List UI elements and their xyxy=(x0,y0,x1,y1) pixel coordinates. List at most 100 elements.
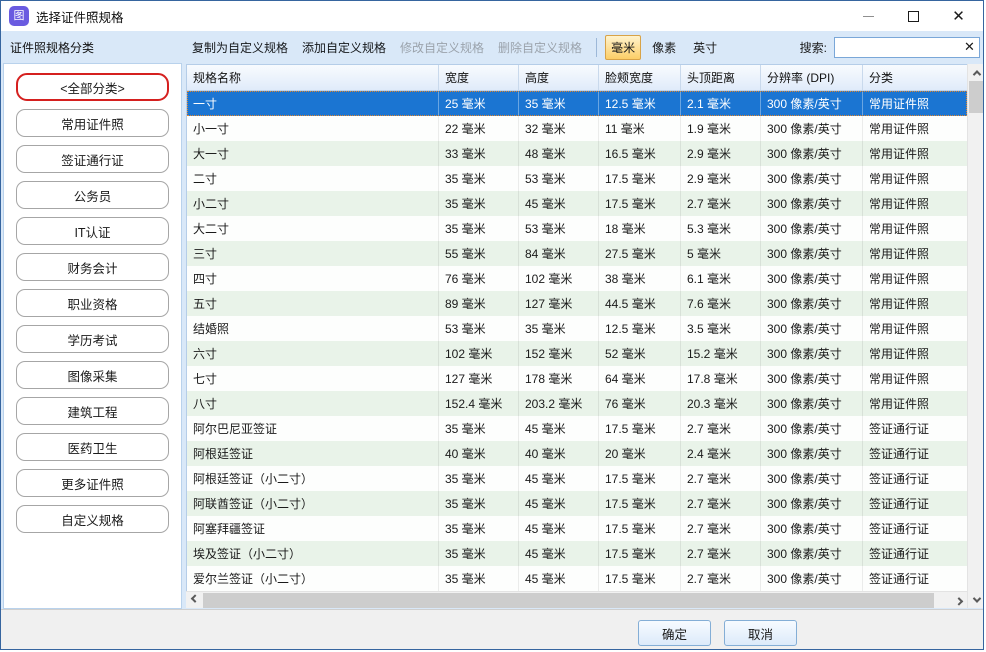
table-cell: 178 毫米 xyxy=(519,366,599,391)
cancel-button[interactable]: 取消 xyxy=(724,620,797,646)
close-button[interactable]: ✕ xyxy=(936,1,981,31)
table-body: 一寸25 毫米35 毫米12.5 毫米2.1 毫米300 像素/英寸常用证件照小… xyxy=(187,91,967,591)
table-cell: 17.5 毫米 xyxy=(599,566,681,591)
table-cell: 53 毫米 xyxy=(519,166,599,191)
table-cell: 6.1 毫米 xyxy=(681,266,761,291)
table-row[interactable]: 一寸25 毫米35 毫米12.5 毫米2.1 毫米300 像素/英寸常用证件照 xyxy=(187,91,967,116)
column-header-1[interactable]: 宽度 xyxy=(439,65,519,90)
table-row[interactable]: 四寸76 毫米102 毫米38 毫米6.1 毫米300 像素/英寸常用证件照 xyxy=(187,266,967,291)
table-cell: 35 毫米 xyxy=(439,216,519,241)
table-row[interactable]: 阿根廷签证（小二寸）35 毫米45 毫米17.5 毫米2.7 毫米300 像素/… xyxy=(187,466,967,491)
table-row[interactable]: 七寸127 毫米178 毫米64 毫米17.8 毫米300 像素/英寸常用证件照 xyxy=(187,366,967,391)
ok-button[interactable]: 确定 xyxy=(638,620,711,646)
toolbar-action-3: 删除自定义规格 xyxy=(498,39,582,56)
table-row[interactable]: 阿塞拜疆签证35 毫米45 毫米17.5 毫米2.7 毫米300 像素/英寸签证… xyxy=(187,516,967,541)
chevron-left-icon xyxy=(190,594,198,602)
table-cell: 2.7 毫米 xyxy=(681,416,761,441)
sidebar-item-1[interactable]: 常用证件照 xyxy=(16,109,169,137)
table-row[interactable]: 二寸35 毫米53 毫米17.5 毫米2.9 毫米300 像素/英寸常用证件照 xyxy=(187,166,967,191)
sidebar-item-7[interactable]: 学历考试 xyxy=(16,325,169,353)
table-cell: 35 毫米 xyxy=(439,166,519,191)
table-cell: 300 像素/英寸 xyxy=(761,491,863,516)
search-clear-icon[interactable]: ✕ xyxy=(962,39,977,54)
table-cell: 55 毫米 xyxy=(439,241,519,266)
table-cell: 11 毫米 xyxy=(599,116,681,141)
table-cell: 常用证件照 xyxy=(863,391,968,416)
table-cell: 常用证件照 xyxy=(863,166,968,191)
table-row[interactable]: 大二寸35 毫米53 毫米18 毫米5.3 毫米300 像素/英寸常用证件照 xyxy=(187,216,967,241)
table-row[interactable]: 大一寸33 毫米48 毫米16.5 毫米2.9 毫米300 像素/英寸常用证件照 xyxy=(187,141,967,166)
toolbar-action-2: 修改自定义规格 xyxy=(400,39,484,56)
sidebar-item-6[interactable]: 职业资格 xyxy=(16,289,169,317)
toolbar-action-0[interactable]: 复制为自定义规格 xyxy=(192,39,288,56)
horizontal-scrollbar-thumb[interactable] xyxy=(203,593,934,608)
table-cell: 53 毫米 xyxy=(519,216,599,241)
table-row[interactable]: 埃及签证（小二寸）35 毫米45 毫米17.5 毫米2.7 毫米300 像素/英… xyxy=(187,541,967,566)
table-cell: 32 毫米 xyxy=(519,116,599,141)
toolbar-action-1[interactable]: 添加自定义规格 xyxy=(302,39,386,56)
table-cell: 300 像素/英寸 xyxy=(761,141,863,166)
column-header-0[interactable]: 规格名称 xyxy=(187,65,439,90)
column-header-6[interactable]: 分类 xyxy=(863,65,968,90)
table-row[interactable]: 爱尔兰签证（小二寸）35 毫米45 毫米17.5 毫米2.7 毫米300 像素/… xyxy=(187,566,967,591)
column-header-3[interactable]: 脸颊宽度 xyxy=(599,65,681,90)
table-cell: 300 像素/英寸 xyxy=(761,216,863,241)
table-cell: 127 毫米 xyxy=(439,366,519,391)
footer-bar: 确定 取消 xyxy=(1,609,984,650)
maximize-button[interactable] xyxy=(891,1,936,31)
vertical-scrollbar-thumb[interactable] xyxy=(969,81,984,113)
unit-toggle-1[interactable]: 像素 xyxy=(646,35,682,60)
horizontal-scrollbar[interactable] xyxy=(186,591,967,608)
table-cell: 16.5 毫米 xyxy=(599,141,681,166)
table-cell: 常用证件照 xyxy=(863,116,968,141)
column-header-5[interactable]: 分辨率 (DPI) xyxy=(761,65,863,90)
scroll-down-arrow[interactable] xyxy=(968,591,984,608)
table-cell: 44.5 毫米 xyxy=(599,291,681,316)
column-header-2[interactable]: 高度 xyxy=(519,65,599,90)
table-cell: 102 毫米 xyxy=(519,266,599,291)
table-cell: 203.2 毫米 xyxy=(519,391,599,416)
table-cell: 76 毫米 xyxy=(599,391,681,416)
table-row[interactable]: 阿尔巴尼亚签证35 毫米45 毫米17.5 毫米2.7 毫米300 像素/英寸签… xyxy=(187,416,967,441)
sidebar-item-8[interactable]: 图像采集 xyxy=(16,361,169,389)
chevron-down-icon xyxy=(972,594,980,602)
table-row[interactable]: 结婚照53 毫米35 毫米12.5 毫米3.5 毫米300 像素/英寸常用证件照 xyxy=(187,316,967,341)
sidebar-header: 证件照规格分类 xyxy=(1,31,184,63)
table-row[interactable]: 阿联酋签证（小二寸）35 毫米45 毫米17.5 毫米2.7 毫米300 像素/… xyxy=(187,491,967,516)
table-cell: 300 像素/英寸 xyxy=(761,166,863,191)
table-row[interactable]: 小一寸22 毫米32 毫米11 毫米1.9 毫米300 像素/英寸常用证件照 xyxy=(187,116,967,141)
sidebar-item-2[interactable]: 签证通行证 xyxy=(16,145,169,173)
table-cell: 八寸 xyxy=(187,391,439,416)
table-cell: 常用证件照 xyxy=(863,191,968,216)
unit-toggle-2[interactable]: 英寸 xyxy=(687,35,723,60)
sidebar-item-0[interactable]: <全部分类> xyxy=(16,73,169,101)
scroll-right-arrow[interactable] xyxy=(950,592,967,609)
sidebar-item-10[interactable]: 医药卫生 xyxy=(16,433,169,461)
table-cell: 阿根廷签证 xyxy=(187,441,439,466)
search-input[interactable] xyxy=(834,37,980,58)
table-cell: 2.7 毫米 xyxy=(681,516,761,541)
table-row[interactable]: 三寸55 毫米84 毫米27.5 毫米5 毫米300 像素/英寸常用证件照 xyxy=(187,241,967,266)
table-row[interactable]: 小二寸35 毫米45 毫米17.5 毫米2.7 毫米300 像素/英寸常用证件照 xyxy=(187,191,967,216)
scroll-up-arrow[interactable] xyxy=(968,64,984,81)
sidebar-item-12[interactable]: 自定义规格 xyxy=(16,505,169,533)
table-row[interactable]: 阿根廷签证40 毫米40 毫米20 毫米2.4 毫米300 像素/英寸签证通行证 xyxy=(187,441,967,466)
sidebar-item-5[interactable]: 财务会计 xyxy=(16,253,169,281)
table-cell: 300 像素/英寸 xyxy=(761,341,863,366)
table-cell: 签证通行证 xyxy=(863,441,968,466)
table-row[interactable]: 六寸102 毫米152 毫米52 毫米15.2 毫米300 像素/英寸常用证件照 xyxy=(187,341,967,366)
table-row[interactable]: 八寸152.4 毫米203.2 毫米76 毫米20.3 毫米300 像素/英寸常… xyxy=(187,391,967,416)
sidebar-item-11[interactable]: 更多证件照 xyxy=(16,469,169,497)
unit-toggle-0[interactable]: 毫米 xyxy=(605,35,641,60)
table-row[interactable]: 五寸89 毫米127 毫米44.5 毫米7.6 毫米300 像素/英寸常用证件照 xyxy=(187,291,967,316)
scroll-left-arrow[interactable] xyxy=(186,592,203,609)
minimize-icon xyxy=(863,16,874,17)
sidebar-item-4[interactable]: IT认证 xyxy=(16,217,169,245)
column-header-4[interactable]: 头顶距离 xyxy=(681,65,761,90)
table-cell: 17.5 毫米 xyxy=(599,466,681,491)
minimize-button[interactable] xyxy=(846,1,891,31)
table-cell: 102 毫米 xyxy=(439,341,519,366)
vertical-scrollbar[interactable] xyxy=(967,64,984,608)
sidebar-item-9[interactable]: 建筑工程 xyxy=(16,397,169,425)
sidebar-item-3[interactable]: 公务员 xyxy=(16,181,169,209)
